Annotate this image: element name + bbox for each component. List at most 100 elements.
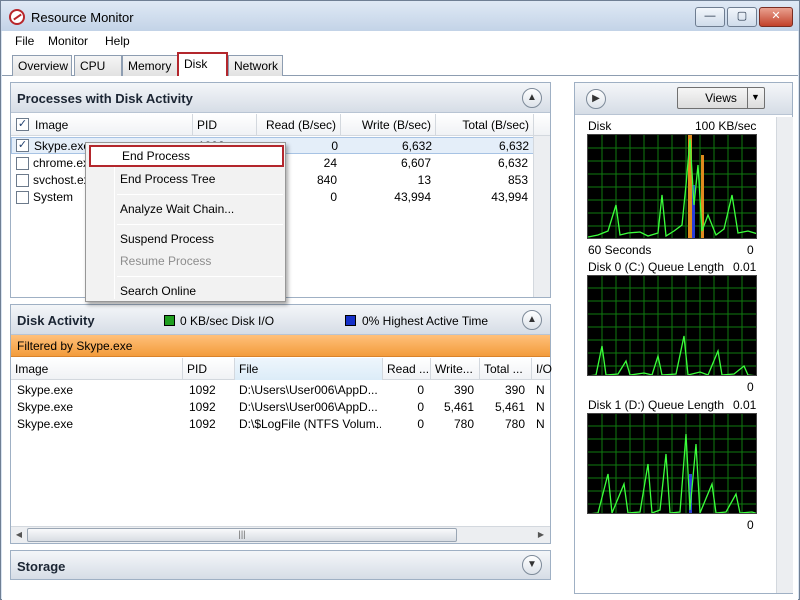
disk0-queue-graph [587, 275, 757, 376]
graphs-pane: ▶ Views ▼ Disk 100 KB/sec 60 Seconds 0 D… [574, 82, 793, 594]
scroll-left-icon[interactable]: ◀ [11, 527, 27, 543]
row-total: 5,461 [494, 400, 525, 414]
disk-graph-footer-right: 0 [747, 243, 754, 257]
storage-header[interactable]: Storage ▼ [11, 551, 550, 579]
window-title: Resource Monitor [31, 10, 134, 25]
search-online-menu-item[interactable]: Search Online [89, 280, 284, 302]
process-total: 853 [507, 173, 528, 187]
expand-storage-button[interactable]: ▼ [522, 555, 542, 575]
select-all-checkbox[interactable]: ✓ [16, 118, 29, 131]
graphs-pane-header: ▶ Views ▼ [575, 83, 792, 115]
analyze-wait-chain-menu-item[interactable]: Analyze Wait Chain... [89, 198, 284, 220]
filter-bar: Filtered by Skype.exe [11, 335, 550, 357]
processes-header[interactable]: Processes with Disk Activity ▲ [11, 83, 550, 113]
row-pid: 1092 [189, 383, 216, 397]
disk-activity-header[interactable]: Disk Activity 0 KB/sec Disk I/O 0% Highe… [11, 305, 550, 335]
column-image[interactable]: Image [31, 114, 193, 136]
collapse-disk-activity-button[interactable]: ▲ [522, 310, 542, 330]
tab-cpu[interactable]: CPU [74, 55, 122, 76]
row-image: Skype.exe [17, 417, 74, 431]
disk-graph-footer-left: 60 Seconds [588, 243, 652, 257]
row-read: 0 [417, 400, 424, 414]
suspend-process-menu-item[interactable]: Suspend Process [89, 228, 284, 250]
views-dropdown-icon[interactable]: ▼ [747, 87, 763, 109]
row-write: 780 [453, 417, 474, 431]
process-write: 6,632 [401, 139, 432, 153]
disk-graph-title: Disk [588, 119, 612, 133]
tab-memory[interactable]: Memory [122, 55, 178, 76]
column-io-priority[interactable]: I/O [532, 358, 552, 380]
disk-activity-row[interactable]: Skype.exe 1092 D:\Users\User006\AppD... … [11, 382, 550, 399]
row-write: 5,461 [443, 400, 474, 414]
row-pid: 1092 [189, 417, 216, 431]
disk-io-legend: 0 KB/sec Disk I/O [180, 314, 275, 328]
scroll-right-icon[interactable]: ▶ [533, 527, 549, 543]
row-image: Skype.exe [17, 383, 74, 397]
tab-strip: Overview CPU Memory Disk Network [2, 51, 798, 77]
row-io-priority: N [536, 417, 545, 431]
tab-overview[interactable]: Overview [12, 55, 72, 76]
active-time-legend-swatch [345, 315, 356, 326]
context-menu-separator [117, 194, 283, 195]
column-pid[interactable]: PID [183, 358, 235, 380]
scroll-thumb[interactable]: ||| [27, 528, 457, 542]
end-process-tree-menu-item[interactable]: End Process Tree [89, 168, 284, 190]
storage-title: Storage [17, 559, 66, 574]
menu-bar: File Monitor Help [2, 31, 798, 51]
tab-disk[interactable]: Disk [177, 52, 228, 77]
column-total[interactable]: Total (B/sec) [436, 114, 534, 136]
disk0-graph-title: Disk 0 (C:) Queue Length [588, 260, 725, 274]
disk-activity-title: Disk Activity [17, 313, 95, 328]
minimize-button[interactable]: — [695, 7, 725, 27]
row-io-priority: N [536, 400, 545, 414]
column-read[interactable]: Read (B/sec) [257, 114, 341, 136]
disk-activity-row[interactable]: Skype.exe 1092 D:\Users\User006\AppD... … [11, 399, 550, 416]
process-write: 43,994 [394, 190, 431, 204]
menu-file[interactable]: File [15, 34, 34, 48]
row-read: 0 [417, 417, 424, 431]
row-file: D:\Users\User006\AppD... [239, 383, 378, 397]
processes-scrollbar[interactable] [533, 136, 550, 297]
collapse-graphs-button[interactable]: ▶ [586, 89, 606, 109]
column-read[interactable]: Read ... [383, 358, 431, 380]
maximize-button[interactable]: ▢ [727, 7, 757, 27]
disk1-queue-graph [587, 413, 757, 514]
column-image[interactable]: Image [11, 358, 183, 380]
row-total: 780 [504, 417, 525, 431]
column-pid[interactable]: PID [193, 114, 257, 136]
collapse-processes-button[interactable]: ▲ [522, 88, 542, 108]
column-write[interactable]: Write (B/sec) [341, 114, 436, 136]
process-checkbox[interactable] [16, 191, 29, 204]
row-read: 0 [417, 383, 424, 397]
process-write: 6,607 [400, 156, 431, 170]
title-bar: Resource Monitor — ▢ ✕ [1, 1, 799, 31]
close-button[interactable]: ✕ [759, 7, 793, 27]
disk-activity-hscrollbar[interactable]: ◀ ||| ▶ [11, 526, 550, 543]
column-total[interactable]: Total ... [480, 358, 532, 380]
row-file: D:\Users\User006\AppD... [239, 400, 378, 414]
menu-help[interactable]: Help [105, 34, 130, 48]
graphs-scrollbar[interactable] [776, 117, 793, 593]
context-menu-separator [117, 224, 283, 225]
tab-network[interactable]: Network [228, 55, 283, 76]
storage-section: Storage ▼ [10, 550, 551, 580]
row-total: 390 [504, 383, 525, 397]
process-checkbox[interactable]: ✓ [16, 139, 29, 152]
column-file[interactable]: File [235, 358, 383, 380]
disk-activity-row[interactable]: Skype.exe 1092 D:\$LogFile (NTFS Volum..… [11, 416, 550, 433]
row-io-priority: N [536, 383, 545, 397]
process-context-menu: End Process End Process Tree Analyze Wai… [85, 142, 286, 302]
process-checkbox[interactable] [16, 157, 29, 170]
disk1-graph-title: Disk 1 (D:) Queue Length [588, 398, 725, 412]
row-file: D:\$LogFile (NTFS Volum... [239, 417, 381, 431]
disk-graph [587, 134, 757, 239]
process-write: 13 [417, 173, 431, 187]
column-write[interactable]: Write... [431, 358, 480, 380]
menu-monitor[interactable]: Monitor [48, 34, 88, 48]
disk-activity-section: Disk Activity 0 KB/sec Disk I/O 0% Highe… [10, 304, 552, 544]
process-total: 6,632 [497, 156, 528, 170]
views-label: Views [705, 91, 737, 105]
end-process-menu-item[interactable]: End Process [89, 145, 284, 167]
process-checkbox[interactable] [16, 174, 29, 187]
disk-io-legend-swatch [164, 315, 175, 326]
